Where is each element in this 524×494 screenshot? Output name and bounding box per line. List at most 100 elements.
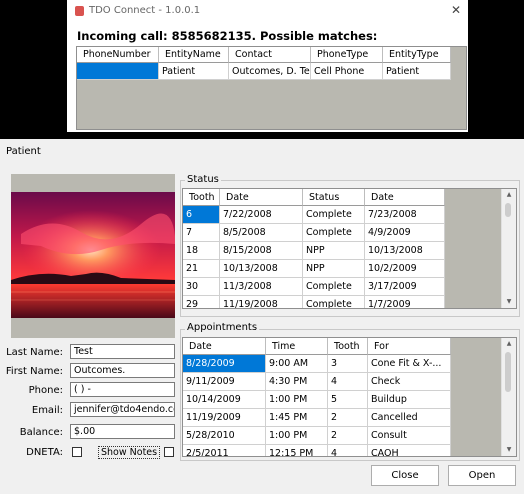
incoming-call-heading: Incoming call: 8585682135. Possible matc…: [77, 29, 378, 43]
appt-cell-tooth[interactable]: 5: [328, 391, 368, 409]
status-cell-date-2[interactable]: 10/13/2008: [365, 242, 445, 260]
status-cell-date[interactable]: 8/5/2008: [220, 224, 303, 242]
appt-cell-time[interactable]: 1:00 PM: [266, 391, 328, 409]
connect-title-bar[interactable]: TDO Connect - 1.0.0.1 ✕: [67, 0, 468, 23]
status-grid[interactable]: Tooth Date Status Date 6 7/22/2008 Complet…: [182, 188, 517, 309]
status-cell-tooth[interactable]: 21: [183, 260, 220, 278]
column-header-phonetype[interactable]: PhoneType: [311, 47, 383, 63]
close-button[interactable]: Close: [371, 465, 439, 486]
appt-cell-tooth[interactable]: 2: [328, 409, 368, 427]
appt-cell-for[interactable]: Cancelled: [368, 409, 451, 427]
column-header-entityname[interactable]: EntityName: [159, 47, 229, 63]
column-header-contact[interactable]: Contact: [229, 47, 311, 63]
appt-cell-date[interactable]: 5/28/2010: [183, 427, 266, 445]
open-button[interactable]: Open: [448, 465, 516, 486]
first-name-field[interactable]: Outcomes.: [70, 363, 175, 378]
status-cell-date[interactable]: 8/15/2008: [220, 242, 303, 260]
status-cell-date-2[interactable]: 3/17/2009: [365, 278, 445, 296]
column-header-phonenumber[interactable]: PhoneNumber: [77, 47, 159, 63]
status-cell-status[interactable]: NPP: [303, 260, 365, 278]
email-label: Email:: [31, 405, 63, 416]
status-header-status[interactable]: Status: [303, 189, 365, 206]
status-group-label: Status: [185, 174, 221, 185]
phone-field[interactable]: ( ) -: [70, 382, 175, 397]
status-cell-tooth[interactable]: 18: [183, 242, 220, 260]
status-cell-status[interactable]: Complete: [303, 206, 365, 224]
status-cell-status[interactable]: Complete: [303, 296, 365, 308]
appt-header-time[interactable]: Time: [266, 338, 328, 355]
status-header-date[interactable]: Date: [220, 189, 303, 206]
status-cell-status[interactable]: Complete: [303, 224, 365, 242]
appt-cell-tooth[interactable]: 4: [328, 445, 368, 456]
status-cell-tooth[interactable]: 30: [183, 278, 220, 296]
first-name-label: First Name:: [5, 366, 63, 377]
dneta-checkbox[interactable]: [72, 447, 82, 457]
appointments-scrollbar[interactable]: ▲ ▼: [501, 338, 516, 456]
appt-cell-for[interactable]: Buildup: [368, 391, 451, 409]
phone-label: Phone:: [28, 385, 63, 396]
appt-cell-time[interactable]: 1:00 PM: [266, 427, 328, 445]
status-cell-tooth[interactable]: 6: [183, 206, 220, 224]
show-notes-label[interactable]: Show Notes: [98, 446, 161, 459]
scroll-down-icon[interactable]: ▼: [502, 296, 516, 308]
status-scrollbar[interactable]: ▲ ▼: [501, 189, 516, 308]
status-header-tooth[interactable]: Tooth: [183, 189, 220, 206]
appt-cell-for[interactable]: Check: [368, 373, 451, 391]
status-cell-date-2[interactable]: 1/7/2009: [365, 296, 445, 308]
appt-cell-for[interactable]: Consult: [368, 427, 451, 445]
appt-header-date[interactable]: Date: [183, 338, 266, 355]
appt-cell-date[interactable]: 9/11/2009: [183, 373, 266, 391]
match-cell-contact[interactable]: Outcomes, D. Test: [229, 63, 311, 80]
appt-cell-time[interactable]: 1:45 PM: [266, 409, 328, 427]
status-cell-date-2[interactable]: 4/9/2009: [365, 224, 445, 242]
appt-cell-date[interactable]: 11/19/2009: [183, 409, 266, 427]
matches-grid[interactable]: PhoneNumber EntityName Contact PhoneType…: [76, 46, 467, 130]
scroll-thumb[interactable]: [505, 203, 511, 217]
appt-cell-for[interactable]: CAOH: [368, 445, 451, 456]
status-cell-status[interactable]: Complete: [303, 278, 365, 296]
email-field[interactable]: jennifer@tdo4endo.com: [70, 402, 175, 417]
match-cell-phonetype[interactable]: Cell Phone: [311, 63, 383, 80]
balance-field[interactable]: $.00: [70, 424, 175, 439]
close-icon[interactable]: ✕: [448, 2, 464, 18]
match-cell-entityname[interactable]: Patient: [159, 63, 229, 80]
patient-photo: [11, 192, 175, 318]
status-cell-date[interactable]: 11/19/2008: [220, 296, 303, 308]
show-notes-checkbox[interactable]: [164, 447, 174, 457]
scroll-thumb[interactable]: [505, 352, 511, 392]
appt-cell-tooth[interactable]: 2: [328, 427, 368, 445]
appt-cell-date[interactable]: 8/28/2009: [183, 355, 266, 373]
status-cell-status[interactable]: NPP: [303, 242, 365, 260]
status-cell-date[interactable]: 10/13/2008: [220, 260, 303, 278]
patient-window-title: Patient: [6, 146, 41, 157]
match-cell-entitytype[interactable]: Patient: [383, 63, 451, 80]
appt-header-tooth[interactable]: Tooth: [328, 338, 368, 355]
scroll-down-icon[interactable]: ▼: [502, 444, 516, 456]
status-cell-tooth[interactable]: 29: [183, 296, 220, 308]
status-header-date-2[interactable]: Date: [365, 189, 445, 206]
appt-cell-time[interactable]: 4:30 PM: [266, 373, 328, 391]
appt-header-for[interactable]: For: [368, 338, 451, 355]
appt-cell-time[interactable]: 12:15 PM: [266, 445, 328, 456]
connect-window-title: TDO Connect - 1.0.0.1: [89, 5, 201, 16]
status-cell-date[interactable]: 11/3/2008: [220, 278, 303, 296]
status-cell-date-2[interactable]: 7/23/2008: [365, 206, 445, 224]
appt-cell-tooth[interactable]: 3: [328, 355, 368, 373]
app-icon: [75, 6, 84, 16]
status-cell-date[interactable]: 7/22/2008: [220, 206, 303, 224]
scroll-up-icon[interactable]: ▲: [502, 338, 516, 350]
appt-cell-date[interactable]: 2/5/2011: [183, 445, 266, 456]
appt-cell-time[interactable]: 9:00 AM: [266, 355, 328, 373]
status-cell-date-2[interactable]: 10/2/2009: [365, 260, 445, 278]
appt-cell-tooth[interactable]: 4: [328, 373, 368, 391]
match-cell-phonenumber[interactable]: [77, 63, 159, 80]
appt-cell-date[interactable]: 10/14/2009: [183, 391, 266, 409]
tdo-connect-window: TDO Connect - 1.0.0.1 ✕ Incoming call: 8…: [67, 0, 468, 132]
last-name-label: Last Name:: [6, 347, 63, 358]
appt-cell-for[interactable]: Cone Fit & X-...: [368, 355, 451, 373]
scroll-up-icon[interactable]: ▲: [502, 189, 516, 201]
column-header-entitytype[interactable]: EntityType: [383, 47, 451, 63]
last-name-field[interactable]: Test: [70, 344, 175, 359]
appointments-grid[interactable]: Date Time Tooth For 8/28/2009 9:00 AM 3 Con…: [182, 337, 517, 457]
status-cell-tooth[interactable]: 7: [183, 224, 220, 242]
